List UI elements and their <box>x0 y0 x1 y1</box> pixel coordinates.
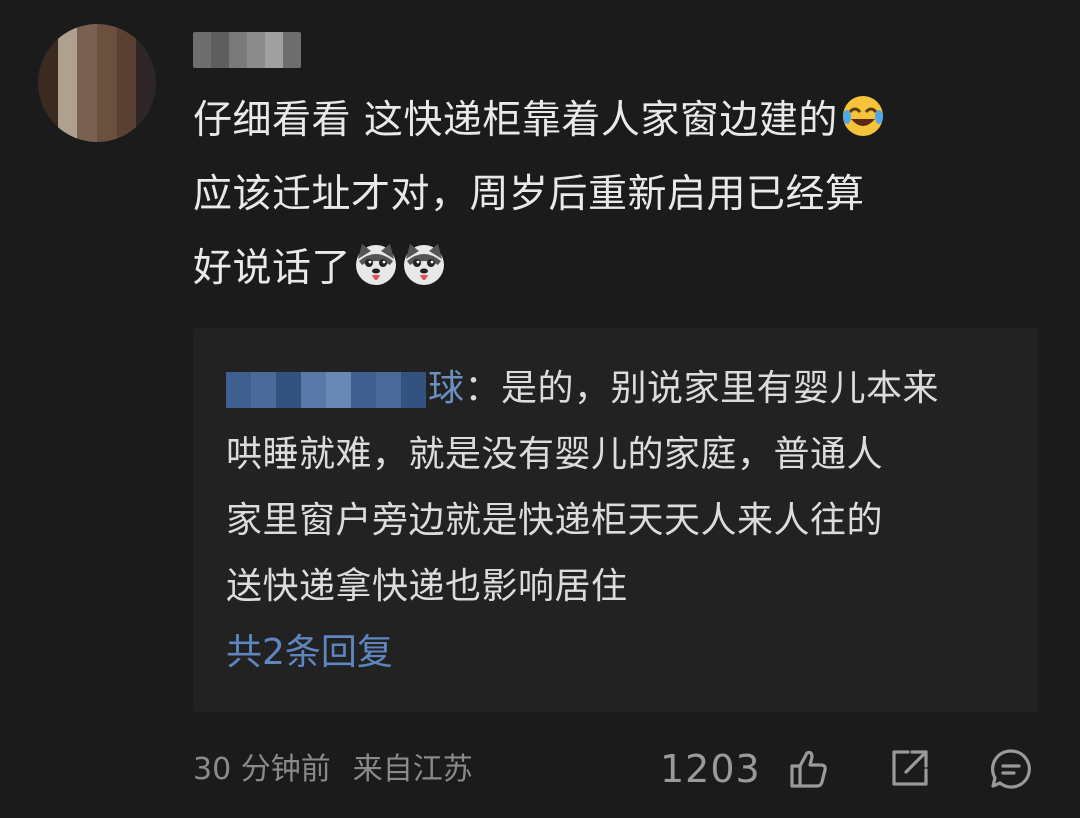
reply-line-1: 是的，别说家里有婴儿本来 <box>501 368 940 409</box>
username-redacted[interactable] <box>193 32 301 68</box>
reply-separator: ： <box>464 368 502 409</box>
like-count: 1203 <box>660 747 761 791</box>
comment-location: 来自江苏 <box>352 752 473 787</box>
comment-line-2: 应该迁址才对，周岁后重新启用已经算 <box>193 172 865 217</box>
reply-line-3: 家里窗户旁边就是快递柜天天人来人往的 <box>226 500 884 541</box>
reply-preview[interactable]: 球：是的，别说家里有婴儿本来 哄睡就难，就是没有婴儿的家庭，普通人 家里窗户旁边… <box>193 328 1038 712</box>
laughing-crying-emoji-icon <box>842 96 883 136</box>
reply-author-redacted[interactable] <box>226 372 426 408</box>
husky-dog-emoji-icon <box>356 244 397 285</box>
comment-line-1: 仔细看看 这快递柜靠着人家窗边建的 <box>193 98 838 143</box>
husky-dog-emoji-icon <box>404 244 445 285</box>
view-more-replies-link[interactable]: 共2条回复 <box>226 628 393 678</box>
reply-text: 球：是的，别说家里有婴儿本来 哄睡就难，就是没有婴儿的家庭，普通人 家里窗户旁边… <box>226 356 1016 620</box>
comment-line-3: 好说话了 <box>193 246 352 291</box>
comment-time: 30 分钟前 <box>193 752 331 787</box>
comment-icon[interactable] <box>988 746 1034 792</box>
reply-author-tail[interactable]: 球 <box>428 368 465 409</box>
share-icon[interactable] <box>886 746 932 792</box>
comment-text: 仔细看看 这快递柜靠着人家窗边建的 应该迁址才对，周岁后重新启用已经算 好说话了 <box>193 84 1033 306</box>
thumbs-up-icon[interactable] <box>786 746 832 792</box>
reply-line-4: 送快递拿快递也影响居住 <box>226 566 628 607</box>
avatar[interactable] <box>38 24 156 142</box>
reply-line-2: 哄睡就难，就是没有婴儿的家庭，普通人 <box>226 434 884 475</box>
comment-meta: 30 分钟前 来自江苏 <box>193 748 473 792</box>
